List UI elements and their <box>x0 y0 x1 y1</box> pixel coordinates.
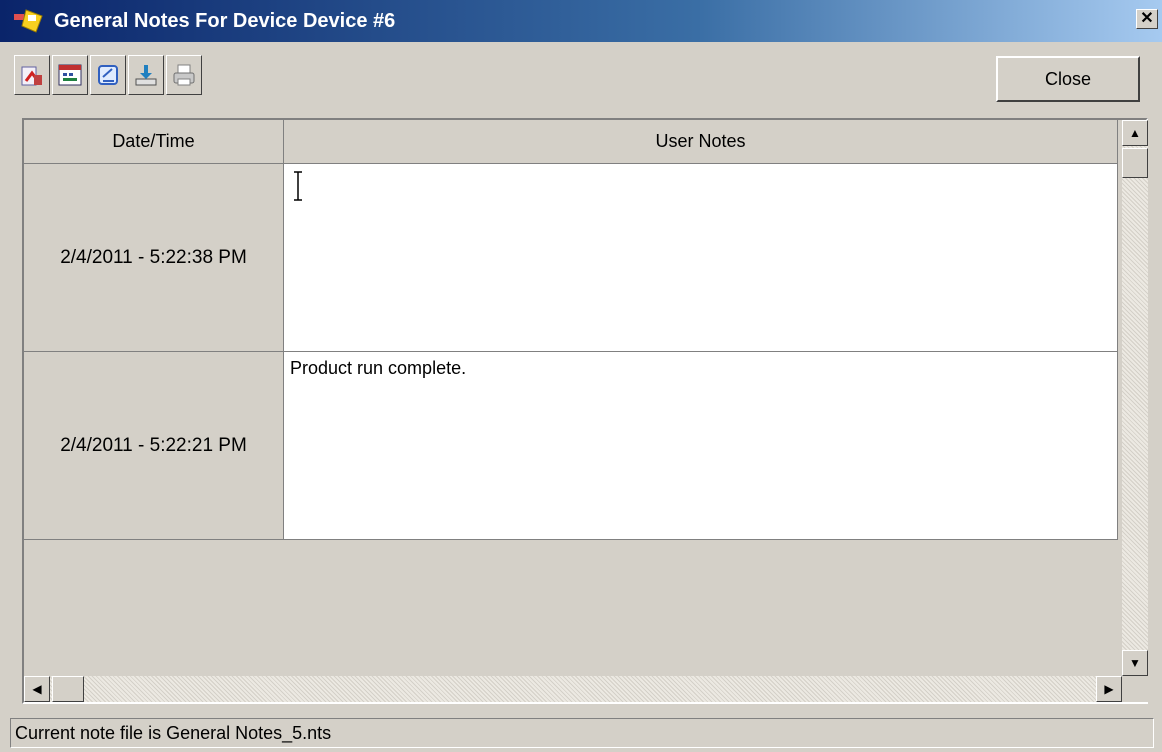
scroll-left-icon[interactable]: ◀ <box>24 676 50 702</box>
scroll-right-icon[interactable]: ▶ <box>1096 676 1122 702</box>
close-button[interactable]: Close <box>996 56 1140 102</box>
vertical-scroll-thumb[interactable] <box>1122 148 1148 178</box>
table-row: 2/4/2011 - 5:22:21 PM Product run comple… <box>24 352 1120 540</box>
scrollbar-corner <box>1122 676 1148 702</box>
row-note-field[interactable]: Product run complete. <box>284 352 1118 540</box>
edit-note-icon[interactable] <box>90 55 126 95</box>
row-datetime[interactable]: 2/4/2011 - 5:22:21 PM <box>24 352 284 540</box>
horizontal-scroll-thumb[interactable] <box>52 676 84 702</box>
scroll-down-icon[interactable]: ▼ <box>1122 650 1148 676</box>
toolbar <box>14 55 202 99</box>
status-bar: Current note file is General Notes_5.nts <box>10 718 1154 748</box>
print-icon[interactable] <box>166 55 202 95</box>
row-datetime[interactable]: 2/4/2011 - 5:22:38 PM <box>24 164 284 352</box>
app-icon <box>12 6 48 36</box>
title-bar: General Notes For Device Device #6 ✕ <box>0 0 1162 42</box>
window-close-icon[interactable]: ✕ <box>1136 9 1158 29</box>
column-header-datetime[interactable]: Date/Time <box>24 120 284 164</box>
note-text: Product run complete. <box>290 358 467 378</box>
vertical-scrollbar[interactable]: ▲ ▼ <box>1122 120 1148 676</box>
scroll-up-icon[interactable]: ▲ <box>1122 120 1148 146</box>
export-notes-icon[interactable] <box>14 55 50 95</box>
text-cursor-icon <box>294 171 302 201</box>
column-header-user-notes[interactable]: User Notes <box>284 120 1118 164</box>
table-row: 2/4/2011 - 5:22:38 PM <box>24 164 1120 352</box>
calendar-icon[interactable] <box>52 55 88 95</box>
window-title: General Notes For Device Device #6 <box>54 9 396 32</box>
row-note-field[interactable] <box>284 164 1118 352</box>
download-icon[interactable] <box>128 55 164 95</box>
horizontal-scrollbar[interactable]: ◀ ▶ <box>24 676 1122 702</box>
notes-grid: Date/Time User Notes 2/4/2011 - 5:22:38 … <box>22 118 1148 704</box>
notes-table: Date/Time User Notes 2/4/2011 - 5:22:38 … <box>24 120 1120 540</box>
table-header: Date/Time User Notes <box>24 120 1120 164</box>
